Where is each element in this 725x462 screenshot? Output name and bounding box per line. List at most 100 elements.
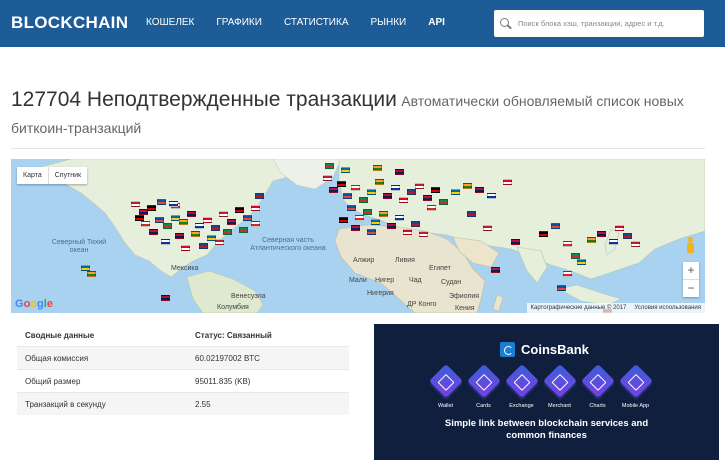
zoom-out-button[interactable]: −: [683, 279, 699, 297]
zoom-control: + −: [683, 262, 699, 297]
service-label: Wallet: [437, 403, 454, 409]
map-type-control: Карта Спутник: [17, 167, 88, 184]
search-icon: [500, 17, 512, 30]
flag-marker-icon: [175, 233, 184, 239]
flag-marker-icon: [187, 211, 196, 217]
nav-markets[interactable]: РЫНКИ: [370, 17, 406, 28]
map-label-kenya: Кения: [455, 305, 475, 312]
service-label: Merchant: [548, 403, 571, 409]
map-copyright: Картографические данные © 2017: [530, 305, 627, 311]
coinsbank-services: Wallet Cards Exchange Merchant Charts Mo…: [428, 364, 653, 409]
flag-marker-icon: [577, 259, 586, 265]
flag-marker-icon: [87, 271, 96, 277]
flag-marker-icon: [355, 215, 364, 221]
service-wallet: Wallet: [428, 364, 463, 409]
service-label: Charts: [589, 403, 606, 409]
flag-marker-icon: [343, 193, 352, 199]
flag-marker-icon: [511, 239, 520, 245]
coinsbank-brand: CoinsBank: [500, 342, 589, 357]
service-label: Exchange: [509, 403, 534, 409]
flag-marker-icon: [563, 271, 572, 277]
map-type-map-button[interactable]: Карта: [17, 167, 48, 184]
search-input[interactable]: [518, 19, 698, 28]
flag-marker-icon: [419, 231, 428, 237]
flag-marker-icon: [379, 211, 388, 217]
flag-marker-icon: [351, 225, 360, 231]
summary-table: Сводные данные Статус: Связанный Общая к…: [17, 324, 349, 415]
blockchain-logo[interactable]: BLOCKCHAIN: [11, 13, 128, 33]
flag-marker-icon: [347, 205, 356, 211]
zoom-in-button[interactable]: +: [683, 262, 699, 279]
page-title-main: 127704 Неподтвержденные транзакции: [11, 88, 397, 111]
map-label-niger: Нигер: [375, 277, 395, 284]
flag-marker-icon: [615, 225, 624, 231]
map-label-egypt: Египет: [429, 265, 451, 272]
flag-marker-icon: [251, 221, 260, 227]
map-terms-link[interactable]: Условия использования: [634, 305, 701, 311]
flag-marker-icon: [239, 227, 248, 233]
nav-stats[interactable]: СТАТИСТИКА: [284, 17, 349, 28]
flag-marker-icon: [551, 223, 560, 229]
flag-marker-icon: [251, 205, 260, 211]
flag-marker-icon: [149, 229, 158, 235]
flag-marker-icon: [563, 241, 572, 247]
flag-marker-icon: [367, 229, 376, 235]
service-merchant: Merchant: [542, 364, 577, 409]
tx-per-second-label: Транзакций в секунду: [25, 399, 106, 409]
nav-charts[interactable]: ГРАФИКИ: [216, 17, 262, 28]
flag-marker-icon: [161, 239, 170, 245]
flag-marker-icon: [491, 267, 500, 273]
service-mobile-app: Mobile App: [618, 364, 653, 409]
flag-marker-icon: [219, 211, 228, 217]
main-nav: КОШЕЛЕК ГРАФИКИ СТАТИСТИКА РЫНКИ API: [146, 17, 467, 28]
flag-marker-icon: [487, 193, 496, 199]
flag-marker-icon: [325, 163, 334, 169]
table-row: Транзакций в секунду 2.55: [17, 392, 349, 415]
map-label-algeria: Алжир: [353, 257, 375, 264]
flag-marker-icon: [329, 187, 338, 193]
mobile-icon: [618, 364, 653, 398]
exchange-icon: [504, 364, 539, 398]
nav-wallet[interactable]: КОШЕЛЕК: [146, 17, 194, 28]
map-type-satellite-button[interactable]: Спутник: [47, 167, 87, 184]
map-label-sudan: Судан: [441, 279, 462, 286]
flag-marker-icon: [215, 239, 224, 245]
flag-marker-icon: [475, 187, 484, 193]
flag-marker-icon: [623, 233, 632, 239]
tx-per-second-value: 2.55: [195, 399, 211, 409]
flag-marker-icon: [483, 225, 492, 231]
top-nav-bar: BLOCKCHAIN КОШЕЛЕК ГРАФИКИ СТАТИСТИКА РЫ…: [0, 0, 725, 47]
transactions-map[interactable]: Карта Спутник Северный Тихий океан Север…: [11, 159, 705, 313]
flag-marker-icon: [463, 183, 472, 189]
page-title: 127704 Неподтвержденные транзакции Автом…: [11, 86, 701, 142]
flag-marker-icon: [415, 183, 424, 189]
banner-tagline-line-2: common finances: [506, 430, 587, 441]
coinsbank-logo-icon: [500, 342, 515, 357]
land-madagascar: [492, 294, 504, 312]
flag-marker-icon: [557, 285, 566, 291]
flag-marker-icon: [407, 189, 416, 195]
flag-marker-icon: [147, 205, 156, 211]
flag-marker-icon: [211, 225, 220, 231]
flag-marker-icon: [163, 223, 172, 229]
coinsbank-name: CoinsBank: [521, 342, 589, 357]
map-label-dr-congo: ДР Конго: [407, 301, 437, 308]
map-footer: Картографические данные © 2017 Условия и…: [526, 303, 705, 313]
flag-marker-icon: [179, 219, 188, 225]
service-label: Cards: [476, 403, 491, 409]
flag-marker-icon: [339, 217, 348, 223]
map-label-north-atlantic: Северная часть Атлантического океана: [250, 237, 326, 252]
map-label-mexico: Мексика: [171, 265, 199, 272]
street-view-pegman-icon[interactable]: [686, 237, 695, 255]
coinsbank-ad-banner[interactable]: CoinsBank Wallet Cards Exchange Merchant…: [374, 324, 719, 460]
map-label-north-pacific: Северный Тихий океан: [51, 239, 107, 254]
flag-marker-icon: [403, 229, 412, 235]
merchant-icon: [542, 364, 577, 398]
nav-api[interactable]: API: [428, 17, 445, 28]
flag-marker-icon: [203, 217, 212, 223]
flag-marker-icon: [539, 231, 548, 237]
google-logo: Google: [15, 298, 53, 310]
flag-marker-icon: [373, 165, 382, 171]
map-label-ethiopia: Эфиопия: [449, 293, 480, 300]
flag-marker-icon: [337, 181, 346, 187]
